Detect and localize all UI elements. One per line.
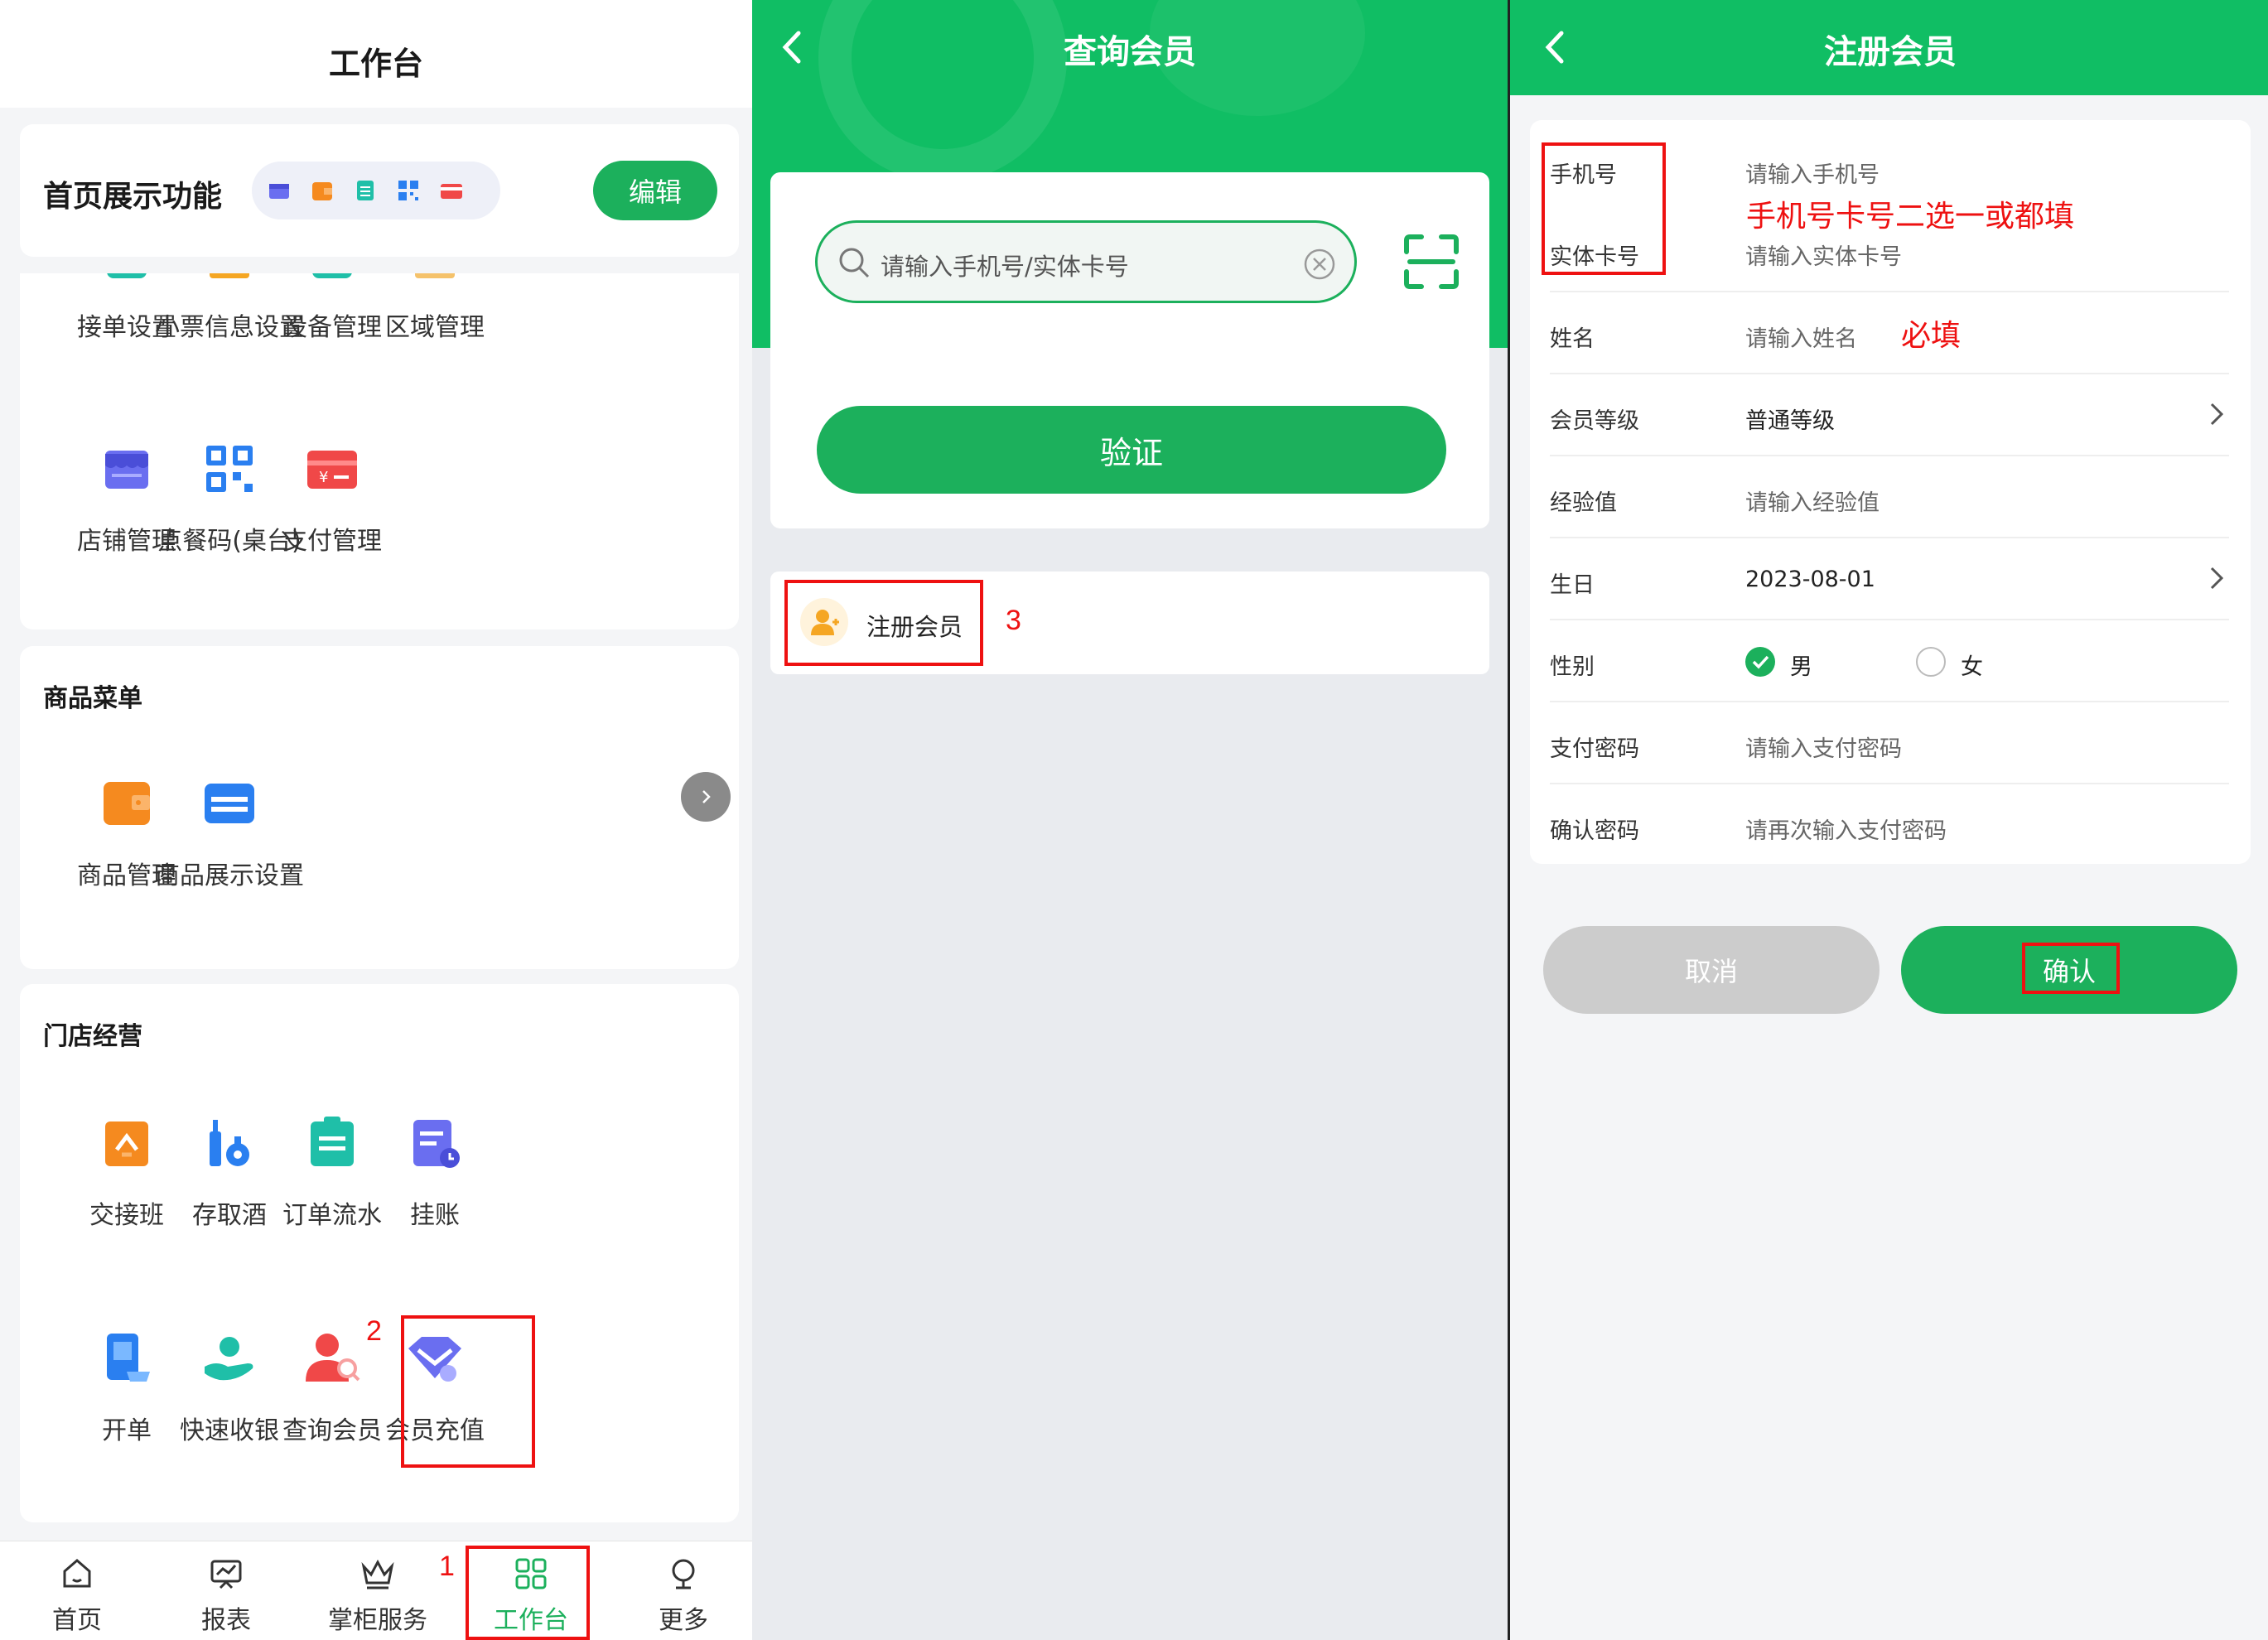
bottom-tab-bar: 首页 报表 掌柜服务 工作台 更多: [0, 1541, 752, 1640]
cancel-button[interactable]: 取消: [1543, 926, 1880, 1014]
edit-button[interactable]: 编辑: [593, 161, 717, 220]
field-label: 姓名: [1550, 326, 1595, 352]
gender-field: 性别 男 女: [1550, 620, 2229, 702]
gender-female-label: 女: [1961, 654, 1983, 680]
section-title: 门店经营: [43, 1022, 142, 1051]
home-display-icons: [252, 162, 500, 219]
section-title: 商品菜单: [43, 684, 142, 713]
home-icon: [63, 1559, 91, 1588]
field-label: 确认密码: [1550, 818, 1639, 844]
step-number-3: 3: [1006, 605, 1021, 636]
step-number-2: 2: [366, 1315, 382, 1347]
top-bar: 工作台: [0, 0, 752, 108]
member-query-panel: 查询会员 请输入手机号/实体卡号 验证 注册会员 3: [752, 0, 1508, 1640]
name-input[interactable]: 请输入姓名: [1745, 321, 1857, 353]
step-number-1: 1: [439, 1551, 455, 1582]
payment-card-icon: ¥: [299, 436, 365, 502]
phone-input[interactable]: 请输入手机号: [1745, 157, 1880, 189]
tab-home[interactable]: 首页: [15, 1555, 139, 1636]
highlight-member-search: [401, 1315, 535, 1468]
home-display-card: 首页展示功能 编辑: [20, 124, 739, 257]
tab-more[interactable]: 更多: [621, 1555, 746, 1636]
gender-male-label: 男: [1790, 654, 1812, 680]
payment-card-icon: [436, 175, 467, 206]
name-field[interactable]: 姓名 请输入姓名: [1550, 292, 2229, 374]
member-level-value: 普通等级: [1745, 408, 1835, 434]
search-placeholder: 请输入手机号/实体卡号: [881, 253, 1129, 281]
scan-icon[interactable]: [1402, 232, 1461, 292]
wallet-icon: [306, 175, 338, 206]
verify-button[interactable]: 验证: [817, 406, 1446, 494]
grid-item-payment[interactable]: ¥ 支付管理: [245, 436, 419, 557]
page-title: 工作台: [328, 46, 423, 82]
tab-shopkeeper-service[interactable]: 掌柜服务: [316, 1555, 440, 1636]
gender-male-radio[interactable]: [1745, 647, 1775, 677]
svg-text:¥: ¥: [319, 469, 328, 486]
birthday-value: 2023-08-01: [1745, 567, 1875, 592]
display-card-icon: [196, 770, 263, 837]
tab-report[interactable]: 报表: [164, 1555, 288, 1636]
member-level-field[interactable]: 会员等级 普通等级: [1550, 374, 2229, 456]
highlight-phone-card-labels: [1542, 142, 1666, 275]
scroll-right-button[interactable]: [681, 772, 731, 822]
field-label: 支付密码: [1550, 736, 1639, 762]
store-ops-card: 门店经营 交接班 存取酒 订单流水 挂账 开单 快速收银 查询会员 会员充值: [20, 984, 739, 1522]
workbench-panel: 工作台 首页展示功能 编辑 接单设置 小票信息设置 设备管理 区域管理 店铺管理…: [0, 0, 752, 1640]
report-icon: [210, 1560, 242, 1589]
search-input[interactable]: 请输入手机号/实体卡号: [815, 220, 1357, 303]
confirm-password-input[interactable]: 请再次输入支付密码: [1745, 813, 1947, 845]
settings-card: 接单设置 小票信息设置 设备管理 区域管理 店铺管理 点餐码(桌台) ¥ 支付管…: [20, 273, 739, 629]
qr-code-icon: [393, 175, 424, 206]
annotation-required: 必填: [1901, 319, 1962, 353]
confirm-password-field[interactable]: 确认密码 请再次输入支付密码: [1550, 784, 2229, 866]
grid-item-label: 支付管理: [282, 527, 382, 556]
area-icon: [402, 273, 468, 288]
highlight-confirm-button: [2022, 943, 2120, 994]
tab-label: 更多: [659, 1606, 708, 1635]
tab-label: 掌柜服务: [328, 1606, 427, 1635]
gender-female-radio[interactable]: [1916, 647, 1946, 677]
search-icon: [839, 248, 870, 278]
birthday-field[interactable]: 生日 2023-08-01: [1550, 538, 2229, 620]
credit-account-icon: [402, 1110, 468, 1176]
experience-input[interactable]: 请输入经验值: [1745, 485, 1880, 517]
tab-label: 报表: [201, 1606, 251, 1635]
experience-field[interactable]: 经验值 请输入经验值: [1550, 456, 2229, 538]
field-label: 性别: [1550, 654, 1595, 680]
grid-item-goods-display[interactable]: 商品展示设置: [142, 770, 316, 891]
more-icon: [672, 1559, 695, 1589]
highlight-workbench-tab: [466, 1546, 590, 1640]
page-title: 查询会员: [1064, 33, 1196, 71]
field-label: 会员等级: [1550, 408, 1639, 434]
card-number-input[interactable]: 请输入实体卡号: [1745, 239, 1902, 271]
goods-menu-card: 商品菜单 商品管理 商品展示设置: [20, 646, 739, 969]
grid-item-credit[interactable]: 挂账: [348, 1110, 522, 1231]
grid-item-area[interactable]: 区域管理: [348, 273, 522, 343]
field-label: 生日: [1550, 572, 1595, 598]
tab-label: 首页: [52, 1606, 102, 1635]
highlight-register-member: [784, 580, 983, 666]
grid-item-label: 区域管理: [385, 313, 485, 342]
home-display-title: 首页展示功能: [43, 180, 223, 214]
clear-icon[interactable]: [1303, 248, 1336, 281]
crown-icon: [361, 1559, 394, 1589]
pay-password-field[interactable]: 支付密码 请输入支付密码: [1550, 702, 2229, 784]
search-card: 请输入手机号/实体卡号 验证: [770, 172, 1489, 528]
store-icon: [263, 175, 295, 206]
check-icon: [1752, 655, 1769, 669]
grid-item-label: 挂账: [410, 1201, 460, 1230]
grid-item-label: 商品展示设置: [155, 861, 304, 890]
chevron-right-icon: [702, 790, 711, 803]
chevron-right-icon: [2210, 567, 2224, 590]
register-member-panel: 注册会员 手机号 请输入手机号 实体卡号 请输入实体卡号 姓名 请输入姓名 会员…: [1508, 0, 2268, 1640]
clipboard-icon: [350, 175, 381, 206]
pay-password-input[interactable]: 请输入支付密码: [1745, 731, 1902, 763]
header: 注册会员: [1510, 0, 2268, 95]
chevron-right-icon: [2210, 403, 2224, 426]
field-label: 经验值: [1550, 490, 1617, 516]
page-title: 注册会员: [1824, 33, 1957, 71]
annotation-phone-card: 手机号卡号二选一或都填: [1746, 200, 2075, 234]
